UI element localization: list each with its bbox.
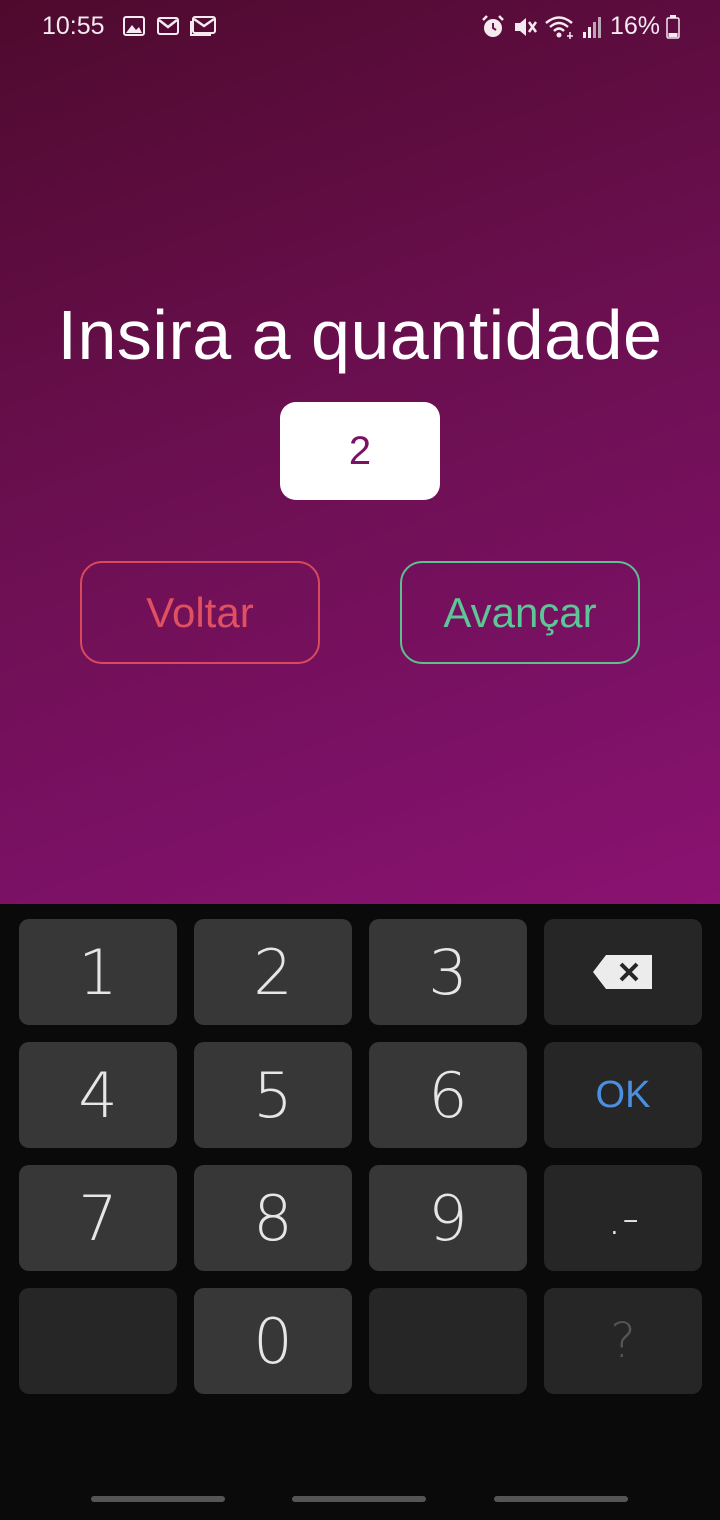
signal-icon	[582, 16, 601, 38]
navigation-bar	[0, 1480, 720, 1520]
wifi-icon	[545, 15, 573, 39]
punctuation-key[interactable]: .-	[544, 1165, 702, 1271]
back-button[interactable]: Voltar	[80, 561, 320, 664]
numeric-keypad: 1 2 3 4 5 6 OK 7 8 9 .- 0 ?	[0, 904, 720, 1520]
key-1[interactable]: 1	[19, 919, 177, 1025]
page-title: Insira a quantidade	[57, 296, 663, 374]
system-icons: 16%	[480, 12, 680, 41]
mute-icon	[514, 17, 537, 36]
backspace-icon	[593, 955, 652, 989]
key-7[interactable]: 7	[19, 1165, 177, 1271]
image-icon	[123, 16, 145, 36]
status-time: 10:55	[42, 12, 105, 40]
key-8[interactable]: 8	[194, 1165, 352, 1271]
next-button[interactable]: Avançar	[400, 561, 640, 664]
blank-key-right	[369, 1288, 527, 1394]
key-4[interactable]: 4	[19, 1042, 177, 1148]
gmail-icon	[157, 17, 179, 35]
key-5[interactable]: 5	[194, 1042, 352, 1148]
gmail-icon	[190, 16, 216, 36]
nav-home-handle[interactable]	[292, 1496, 426, 1502]
app-screen: 10:55 16% Insira a quantidade 2 Voltar A…	[0, 0, 720, 904]
status-bar: 10:55 16%	[0, 0, 720, 56]
nav-recents-handle[interactable]	[91, 1496, 225, 1502]
key-3[interactable]: 3	[369, 919, 527, 1025]
nav-back-handle[interactable]	[494, 1496, 628, 1502]
alarm-icon	[482, 14, 504, 37]
backspace-key[interactable]	[544, 919, 702, 1025]
question-key[interactable]: ?	[544, 1288, 702, 1394]
quantity-input[interactable]	[280, 402, 440, 500]
key-9[interactable]: 9	[369, 1165, 527, 1271]
ok-key[interactable]: OK	[544, 1042, 702, 1148]
key-2[interactable]: 2	[194, 919, 352, 1025]
battery-icon	[666, 14, 680, 39]
key-6[interactable]: 6	[369, 1042, 527, 1148]
key-0[interactable]: 0	[194, 1288, 352, 1394]
blank-key-left	[19, 1288, 177, 1394]
battery-percent: 16%	[609, 12, 660, 40]
